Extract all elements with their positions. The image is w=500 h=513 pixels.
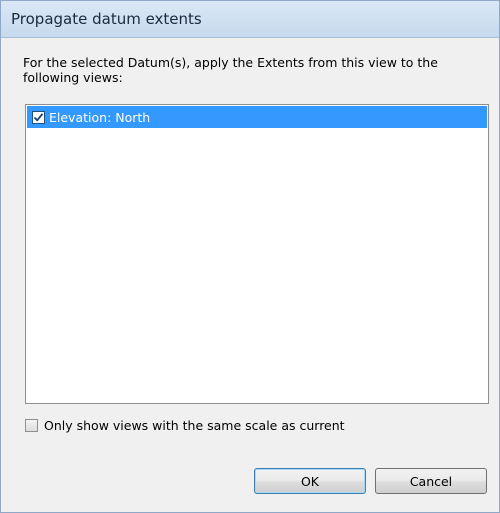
list-item-elevation-north[interactable]: Elevation: North [27,106,487,128]
same-scale-checkbox[interactable] [25,418,38,432]
same-scale-filter[interactable]: Only show views with the same scale as c… [25,416,345,434]
cancel-button[interactable]: Cancel [375,468,487,494]
item-checkbox[interactable] [32,110,45,124]
description-line-1: For the selected Datum(s), apply the Ext… [23,55,438,70]
title-bar[interactable]: Propagate datum extents [1,1,499,38]
checkmark-icon [33,112,44,122]
list-item-label: Elevation: North [49,109,151,125]
window-title: Propagate datum extents [11,10,202,28]
propagate-datum-extents-dialog: Propagate datum extents For the selected… [0,0,500,513]
description-text: For the selected Datum(s), apply the Ext… [23,55,473,85]
description-line-2: following views: [23,70,123,85]
views-list[interactable]: Elevation: North [25,104,489,404]
same-scale-label[interactable]: Only show views with the same scale as c… [44,418,345,433]
ok-button[interactable]: OK [254,468,366,494]
